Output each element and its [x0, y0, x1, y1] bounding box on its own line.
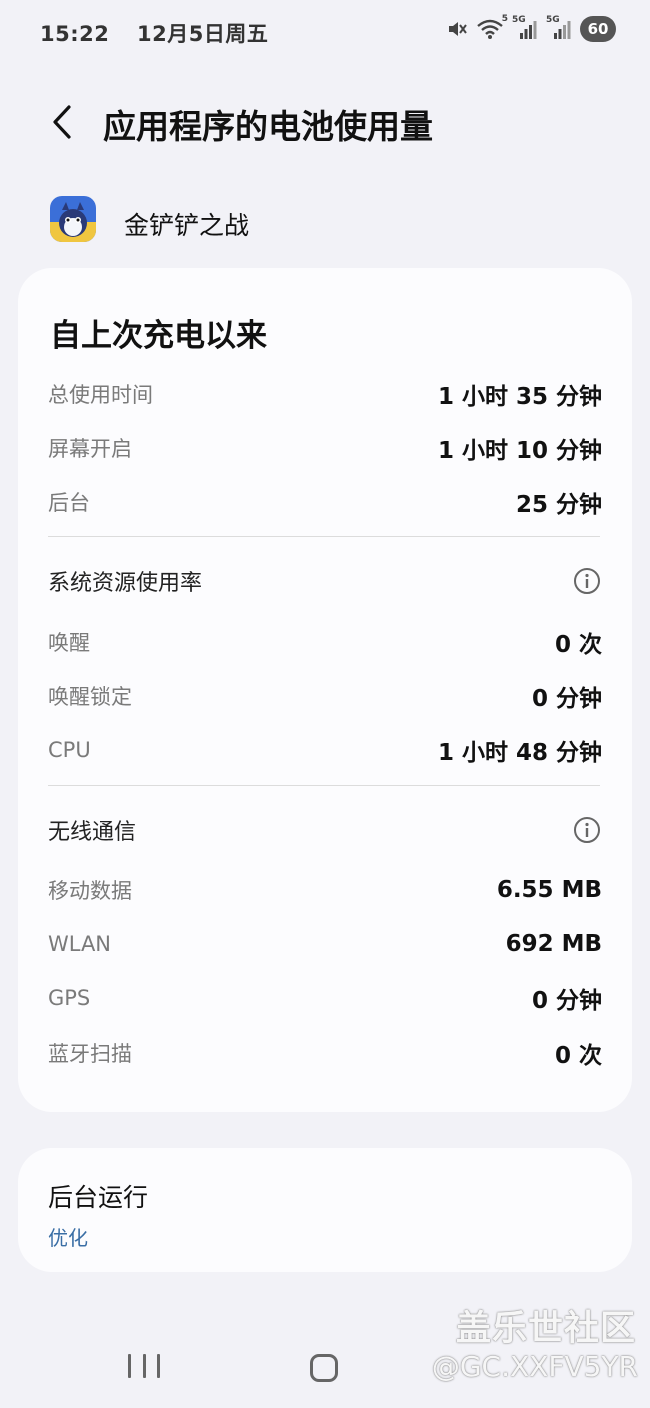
row-value: 0 分钟 — [531, 988, 602, 1014]
mute-icon — [446, 18, 468, 40]
row-value: 692 MB — [505, 931, 602, 957]
usage-card: 自上次充电以来 总使用时间 1 小时 35 分钟 屏幕开启 1 小时 10 分钟… — [18, 268, 632, 1112]
battery-usage-screen: 15:22 12月5日周五 5 5G 5G 60 应用程序的电池使用量 金铲铲之… — [0, 0, 650, 1408]
row-value: 6.55 MB — [496, 877, 602, 903]
status-bar: 15:22 12月5日周五 5 5G 5G 60 — [0, 0, 650, 62]
status-time: 15:22 — [40, 22, 110, 46]
row-label: 唤醒锁定 — [48, 685, 132, 709]
resource-row-wakelock: 唤醒锁定 0 分钟 — [48, 676, 602, 716]
page-title: 应用程序的电池使用量 — [103, 107, 433, 146]
row-value: 0 分钟 — [531, 686, 602, 712]
home-button[interactable] — [310, 1354, 338, 1382]
row-label: 唤醒 — [48, 631, 90, 655]
usage-row-screen-on: 屏幕开启 1 小时 10 分钟 — [48, 428, 602, 468]
wireless-row-wlan: WLAN 692 MB — [48, 924, 602, 964]
battery-indicator: 60 — [580, 16, 616, 42]
usage-row-background: 后台 25 分钟 — [48, 482, 602, 522]
info-icon[interactable] — [572, 566, 602, 596]
watermark-community: 盖乐世社区 — [455, 1309, 636, 1349]
row-label: 移动数据 — [48, 879, 132, 903]
resource-section-title: 系统资源使用率 — [48, 571, 203, 596]
background-run-card[interactable]: 后台运行 优化 — [18, 1148, 632, 1272]
wifi-icon: 5 — [476, 14, 508, 40]
wifi-band-label: 5 — [501, 14, 508, 24]
background-run-status: 优化 — [48, 1226, 88, 1250]
resource-section-header: 系统资源使用率 — [48, 561, 602, 601]
row-label: CPU — [48, 738, 91, 762]
chevron-left-icon — [53, 105, 71, 139]
row-value: 0 次 — [554, 632, 602, 658]
status-time-date: 15:22 12月5日周五 — [40, 18, 268, 48]
status-icons: 5 5G 5G 60 — [446, 14, 616, 42]
divider — [48, 536, 600, 537]
wireless-section-header: 无线通信 — [48, 810, 602, 850]
recent-apps-button[interactable] — [128, 1354, 160, 1382]
row-label: WLAN — [48, 932, 112, 956]
wireless-row-bluetooth-scan: 蓝牙扫描 0 次 — [48, 1033, 602, 1073]
row-label: 蓝牙扫描 — [48, 1042, 132, 1066]
row-label: 屏幕开启 — [48, 437, 132, 461]
row-label: 总使用时间 — [48, 383, 153, 407]
signal-icon-2: 5G — [546, 15, 572, 41]
row-value: 25 分钟 — [515, 492, 602, 518]
resource-row-cpu: CPU 1 小时 48 分钟 — [48, 730, 602, 770]
usage-section-title: 自上次充电以来 — [50, 318, 267, 354]
wireless-section-title: 无线通信 — [48, 820, 137, 845]
wireless-row-gps: GPS 0 分钟 — [48, 978, 602, 1018]
app-name: 金铲铲之战 — [124, 211, 250, 240]
divider — [48, 785, 600, 786]
status-date: 12月5日周五 — [136, 22, 269, 46]
back-button[interactable] — [38, 98, 86, 146]
app-icon — [50, 196, 96, 242]
usage-row-total: 总使用时间 1 小时 35 分钟 — [48, 374, 602, 414]
resource-row-wakeups: 唤醒 0 次 — [48, 622, 602, 662]
row-value: 1 小时 10 分钟 — [437, 438, 602, 464]
wireless-row-mobile-data: 移动数据 6.55 MB — [48, 870, 602, 910]
background-run-title: 后台运行 — [48, 1183, 149, 1212]
watermark-user: @GC.XXFV5YR — [431, 1350, 638, 1383]
row-label: 后台 — [48, 491, 90, 515]
row-value: 1 小时 48 分钟 — [437, 740, 602, 766]
row-value: 0 次 — [554, 1043, 602, 1069]
info-icon[interactable] — [572, 815, 602, 845]
row-value: 1 小时 35 分钟 — [437, 384, 602, 410]
signal-icon: 5G — [512, 15, 538, 41]
row-label: GPS — [48, 986, 91, 1010]
